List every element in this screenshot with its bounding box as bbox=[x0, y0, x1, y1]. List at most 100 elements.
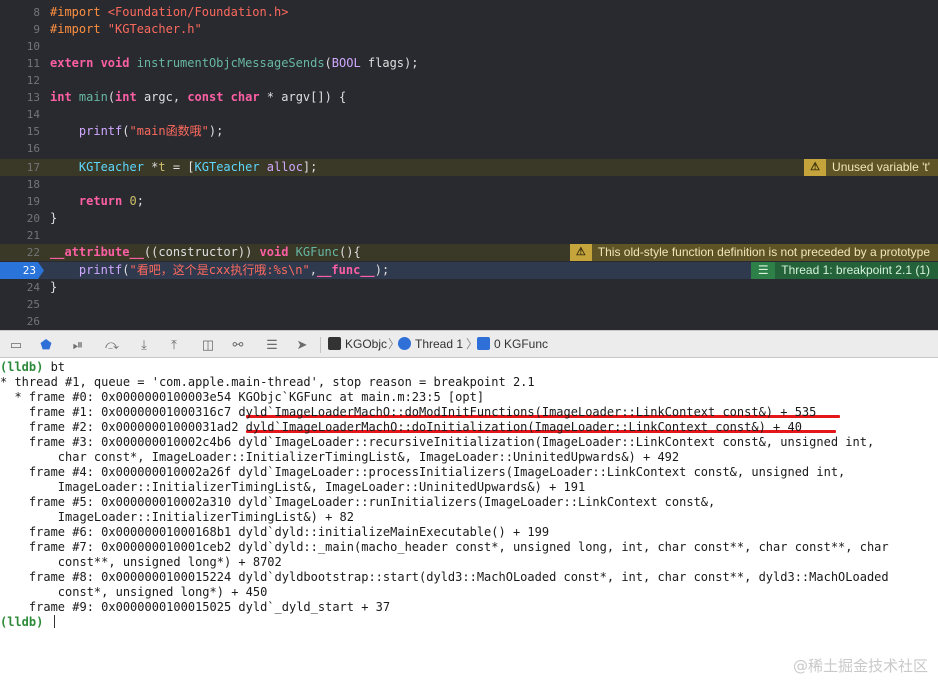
code-token: ( bbox=[324, 56, 332, 70]
console-line: frame #6: 0x00000001000168b1 dyld`dyld::… bbox=[0, 525, 549, 540]
code-line[interactable]: 21 bbox=[0, 227, 938, 244]
text-cursor bbox=[53, 615, 55, 628]
continue-icon[interactable]: ⏯ bbox=[70, 337, 86, 353]
console-line: (lldb) bt bbox=[0, 360, 65, 375]
code-token: 0 bbox=[129, 194, 137, 208]
code-token: ); bbox=[374, 263, 390, 277]
breadcrumb-target[interactable]: KGObjc bbox=[328, 331, 387, 357]
console-line: frame #1: 0x00000001000316c7 dyld`ImageL… bbox=[0, 405, 817, 420]
code-token: __func__ bbox=[316, 263, 375, 277]
code-line[interactable]: 26 bbox=[0, 313, 938, 330]
code-line[interactable]: 14 bbox=[0, 106, 938, 123]
code-token: return bbox=[78, 194, 130, 208]
console-text: frame #6: 0x00000001000168b1 dyld`dyld::… bbox=[0, 525, 550, 539]
code-line[interactable]: 10 bbox=[0, 38, 938, 55]
line-number: 25 bbox=[26, 298, 40, 311]
code-token: alloc bbox=[266, 160, 303, 174]
thread-icon bbox=[398, 337, 411, 350]
code-line[interactable]: 23 printf("看吧，这个是cxx执行哦:%s\n",__func__);… bbox=[0, 262, 938, 279]
code-text: #import "KGTeacher.h" bbox=[50, 21, 202, 38]
code-token: ]; bbox=[302, 160, 318, 174]
code-line[interactable]: 8 #import <Foundation/Foundation.h> bbox=[0, 4, 938, 21]
warning-annotation[interactable]: ⚠ This old-style function definition is n… bbox=[569, 244, 938, 261]
view-hierarchy-icon[interactable]: ◫ bbox=[200, 337, 216, 353]
console-text: const**, unsigned long*) + 8702 bbox=[0, 555, 282, 569]
code-token: const bbox=[187, 90, 231, 104]
line-number: 9 bbox=[33, 23, 40, 36]
lldb-console[interactable]: @稀土掘金技术社区 (lldb) bt * thread #1, queue = … bbox=[0, 358, 938, 684]
code-token: <Foundation/Foundation.h> bbox=[107, 5, 289, 19]
code-line[interactable]: 11 extern void instrumentObjcMessageSends… bbox=[0, 55, 938, 72]
step-into-icon[interactable]: ⤓ bbox=[136, 337, 152, 353]
console-text: const*, unsigned long*) + 450 bbox=[0, 585, 268, 599]
console-line: frame #2: 0x00000001000031ad2 dyld`Image… bbox=[0, 420, 802, 435]
console-line: frame #5: 0x000000010002a310 dyld`ImageL… bbox=[0, 495, 715, 510]
console-text: char const*, ImageLoader::InitializerTim… bbox=[0, 450, 680, 464]
code-text: extern void instrumentObjcMessageSends(B… bbox=[50, 55, 418, 72]
console-text: * thread #1, queue = 'com.apple.main-thr… bbox=[0, 375, 535, 389]
source-editor[interactable]: 8 #import <Foundation/Foundation.h> 9 #impo… bbox=[0, 0, 938, 330]
code-token: printf bbox=[78, 124, 123, 138]
code-text: printf("看吧，这个是cxx执行哦:%s\n",__func__); bbox=[50, 262, 389, 279]
code-line[interactable]: 19 return 0; bbox=[0, 193, 938, 210]
breakpoint-badge-text: Thread 1: breakpoint 2.1 (1) bbox=[781, 263, 930, 277]
simulate-location-icon[interactable]: ➤ bbox=[294, 337, 310, 353]
line-number: 22 bbox=[26, 246, 40, 259]
line-number: 19 bbox=[26, 195, 40, 208]
environment-overrides-icon[interactable]: ☰ bbox=[264, 337, 280, 353]
console-line: const**, unsigned long*) + 8702 bbox=[0, 555, 282, 570]
code-line[interactable]: 17 KGTeacher *t = [KGTeacher alloc]; ⚠ Unu… bbox=[0, 159, 938, 176]
console-text: ImageLoader::InitializerTimingList&) + 8… bbox=[0, 510, 355, 524]
code-text: #import <Foundation/Foundation.h> bbox=[50, 4, 288, 21]
console-text: frame #2: 0x00000001000031ad2 dyld`Image… bbox=[0, 420, 802, 434]
code-line[interactable]: 13 int main(int argc, const char * argv[]… bbox=[0, 89, 938, 106]
code-text: printf("main函数哦"); bbox=[50, 123, 223, 140]
code-token: argc, bbox=[143, 90, 188, 104]
code-token: #import bbox=[50, 5, 108, 19]
code-token: instrumentObjcMessageSends bbox=[136, 56, 325, 70]
code-token: (){ bbox=[339, 245, 361, 259]
code-line[interactable]: 22 __attribute__((constructor)) void KGFu… bbox=[0, 244, 938, 261]
hide-debug-area-icon[interactable]: ▭ bbox=[8, 337, 24, 353]
code-text: return 0; bbox=[50, 193, 144, 210]
step-over-icon[interactable]: ⤼ bbox=[104, 337, 120, 353]
line-number: 26 bbox=[26, 315, 40, 328]
line-number: 11 bbox=[26, 57, 40, 70]
code-line[interactable]: 24} bbox=[0, 279, 938, 296]
code-token: int bbox=[115, 90, 144, 104]
code-line[interactable]: 16 bbox=[0, 140, 938, 157]
breadcrumb-thread[interactable]: Thread 1 bbox=[398, 331, 463, 357]
step-out-icon[interactable]: ⤒ bbox=[166, 337, 182, 353]
code-line[interactable]: 25 bbox=[0, 296, 938, 313]
warning-icon: ⚠ bbox=[569, 244, 592, 261]
code-line[interactable]: 18 bbox=[0, 176, 938, 193]
console-line: frame #3: 0x000000010002c4b6 dyld`ImageL… bbox=[0, 435, 874, 450]
code-line[interactable]: 15 printf("main函数哦"); bbox=[0, 123, 938, 140]
code-line[interactable]: 9 #import "KGTeacher.h" bbox=[0, 21, 938, 38]
line-number: 14 bbox=[26, 108, 40, 121]
lldb-prompt: (lldb) bbox=[0, 360, 51, 374]
code-line[interactable]: 12 bbox=[0, 72, 938, 89]
warning-annotation[interactable]: ⚠ Unused variable 't' bbox=[804, 159, 938, 176]
code-token: * bbox=[143, 160, 159, 174]
line-number: 24 bbox=[26, 281, 40, 294]
lldb-prompt: (lldb) bbox=[0, 615, 51, 629]
console-text: * frame #0: 0x0000000100003e54 KGObjc`KG… bbox=[0, 390, 485, 404]
code-text: } bbox=[50, 279, 57, 296]
memory-graph-icon[interactable]: ⚯ bbox=[230, 337, 246, 353]
breakpoint-marker[interactable]: 23 bbox=[0, 262, 44, 279]
warning-text: This old-style function definition is no… bbox=[597, 245, 930, 259]
console-line: char const*, ImageLoader::InitializerTim… bbox=[0, 450, 679, 465]
code-line[interactable]: 20} bbox=[0, 210, 938, 227]
breakpoints-toggle-icon[interactable]: ⬟ bbox=[38, 337, 54, 353]
code-token: __attribute__ bbox=[50, 245, 144, 259]
breakpoint-badge[interactable]: ☰ Thread 1: breakpoint 2.1 (1) bbox=[751, 262, 938, 279]
code-token: } bbox=[50, 211, 58, 225]
breadcrumb-frame[interactable]: 0 KGFunc bbox=[477, 331, 548, 357]
code-token: BOOL bbox=[331, 56, 361, 70]
line-number: 20 bbox=[26, 212, 40, 225]
user-frame-icon bbox=[477, 337, 490, 350]
